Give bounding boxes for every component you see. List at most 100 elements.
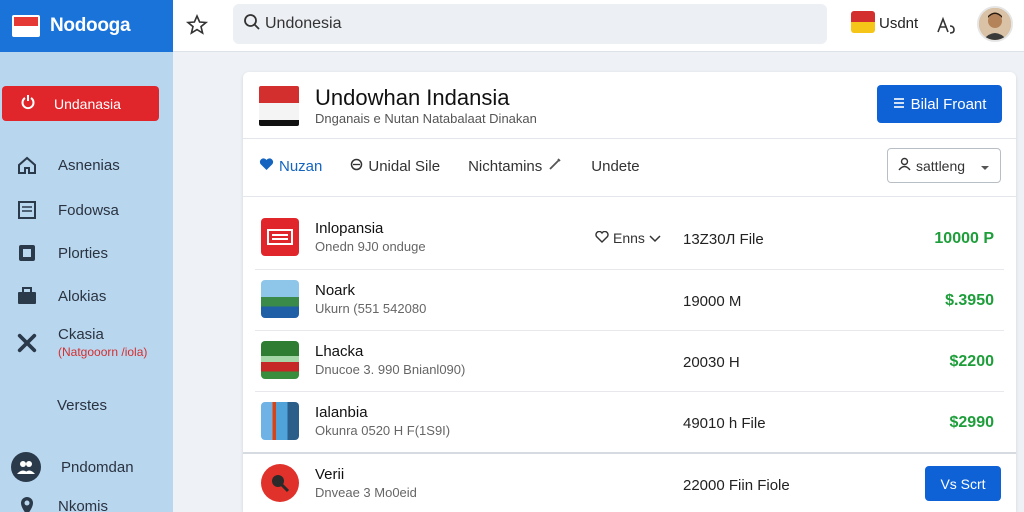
sort-label: sattleng (916, 157, 966, 174)
square-icon (16, 242, 38, 264)
sidebar-item-asnenias[interactable]: Asnenias (0, 154, 173, 176)
item-meta: Onedn 9J0 onduge (315, 239, 426, 254)
star-icon[interactable] (185, 13, 209, 37)
item-name: Noark (315, 282, 356, 299)
item-price: $.3950 (945, 292, 994, 309)
tools-icon (16, 332, 38, 354)
search-input[interactable] (265, 15, 805, 33)
tab-nuzan[interactable]: Nuzan (259, 158, 322, 175)
item-name: Verii (315, 466, 345, 483)
item-meta: Okunra 0520 H F(1S9I) (315, 423, 451, 438)
sidebar-item-label: Fodowsa (58, 201, 119, 219)
sidebar-item-pndomdan[interactable]: Pndomdan (0, 452, 173, 482)
header-flag-icon (259, 86, 299, 126)
location-pin-icon (16, 495, 38, 512)
tab-label: Nichtamins (468, 157, 543, 175)
item-meta: Ukurn (551 542080 (315, 301, 427, 316)
item-name: Lhacka (315, 343, 364, 360)
menu-icon (893, 96, 905, 113)
results-card: Undowhan Indansia Dnganais e Nutan Natab… (243, 72, 1016, 512)
sidebar-item-plorties[interactable]: Plorties (0, 242, 173, 264)
list-item[interactable]: Noark Ukurn (551 542080 19000 M $.3950 (243, 268, 1016, 329)
page-title: Undowhan Indansia (315, 85, 510, 110)
pencil-icon (547, 156, 563, 176)
sidebar-item-label: Ckasia (58, 326, 104, 343)
landscape-thumbnail-icon (261, 341, 299, 379)
list-item[interactable]: Ialanbia Okunra 0520 H F(1S9I) 49010 h F… (243, 390, 1016, 451)
item-price: 10000 P (934, 230, 994, 247)
sidebar-item-label: Plorties (58, 244, 109, 262)
item-size: 20030 H (683, 354, 740, 371)
search-bar[interactable] (233, 4, 827, 44)
chevron-down-icon (980, 158, 990, 174)
item-price: $2990 (949, 414, 995, 431)
item-price: $2200 (949, 353, 995, 370)
row-filter-label: Enns (613, 230, 645, 246)
list-item[interactable]: Inlopansia Onedn 9J0 onduge Enns 13Z30Л … (243, 206, 1016, 267)
heart-icon (259, 157, 274, 175)
flag-logo-icon (12, 15, 40, 37)
users-icon (11, 452, 41, 482)
tab-label: Nuzan (279, 157, 323, 175)
item-name: Ialanbia (315, 404, 368, 421)
item-size: 49010 h File (683, 415, 766, 432)
heart-outline-icon (595, 230, 609, 246)
landscape-thumbnail-icon (261, 402, 299, 440)
sidebar-item-sublabel: (Natgooorn /iola) (58, 345, 148, 359)
item-size: 22000 Fiin Fiole (683, 477, 790, 494)
divider (243, 138, 1016, 139)
tab-label: Unidal Sile (368, 157, 441, 175)
sidebar-item-label: Verstes (57, 397, 108, 414)
sidebar-item-label: Asnenias (58, 156, 120, 174)
user-name[interactable]: Usdnt (879, 15, 918, 32)
home-icon (16, 154, 38, 176)
item-size: 13Z30Л File (683, 231, 764, 248)
sidebar-item-nkomis[interactable]: Nkomis (0, 495, 173, 512)
tab-label: Undete (591, 157, 640, 175)
divider (243, 196, 1016, 197)
list-item[interactable]: Lhacka Dnucoe 3. 990 Bnianl090) 20030 H … (243, 329, 1016, 390)
sidebar-primary-button[interactable]: Undanasia (2, 86, 159, 121)
search-thumbnail-icon (261, 464, 299, 502)
sidebar-primary-label: Undanasia (54, 95, 121, 112)
sort-dropdown[interactable]: sattleng (887, 148, 1001, 183)
item-size: 19000 M (683, 293, 742, 310)
sidebar-item-fodowsa[interactable]: Fodowsa (0, 199, 173, 221)
account-settings-icon[interactable] (935, 14, 957, 36)
sidebar-item-label: Alokias (58, 287, 107, 305)
sidebar-item-verstes[interactable]: Verstes (0, 397, 173, 414)
sidebar-item-text: Ckasia (Natgooorn /iola) (58, 326, 147, 359)
sidebar-item-label: Pndomdan (61, 458, 134, 476)
tab-nichtamins[interactable]: Nichtamins (468, 156, 563, 176)
user-icon (898, 157, 911, 174)
item-meta: Dnveae 3 Mo0eid (315, 485, 417, 500)
tab-bar: Nuzan Unidal Sile Nichtamins Undete (259, 155, 640, 177)
user-flag-icon (851, 11, 875, 33)
landscape-thumbnail-icon (261, 280, 299, 318)
sidebar-item-alokias[interactable]: Alokias (0, 285, 173, 307)
header-action-button[interactable]: Bilal Froant (877, 85, 1002, 123)
item-meta: Dnucoe 3. 990 Bnianl090) (315, 362, 466, 377)
sidebar-item-label: Nkomis (58, 497, 109, 512)
row-action-button[interactable]: Vs Scrt (925, 466, 1001, 501)
sidebar: Nodooga Undanasia Asnenias Fodowsa Plort… (0, 0, 173, 512)
chevron-down-icon (649, 230, 661, 246)
circle-icon (350, 158, 363, 175)
brand-name: Nodooga (50, 15, 131, 36)
tab-unidal-sile[interactable]: Unidal Sile (350, 158, 440, 175)
card-thumbnail-icon (261, 218, 299, 256)
avatar[interactable] (977, 6, 1013, 42)
topbar: Usdnt (173, 0, 1024, 52)
tab-undete[interactable]: Undete (591, 158, 639, 175)
row-filter-dropdown[interactable]: Enns (595, 230, 661, 246)
document-icon (16, 199, 38, 221)
briefcase-icon (16, 285, 38, 307)
sidebar-item-ckasia[interactable]: Ckasia (Natgooorn /iola) (0, 326, 173, 359)
page-subtitle: Dnganais e Nutan Natabalaat Dinakan (315, 111, 537, 126)
item-name: Inlopansia (315, 220, 384, 237)
brand-bar[interactable]: Nodooga (0, 0, 173, 52)
header-action-label: Bilal Froant (910, 95, 987, 113)
list-item[interactable]: Verii Dnveae 3 Mo0eid 22000 Fiin Fiole V… (243, 452, 1016, 512)
power-icon (20, 94, 36, 113)
search-icon (243, 13, 261, 36)
